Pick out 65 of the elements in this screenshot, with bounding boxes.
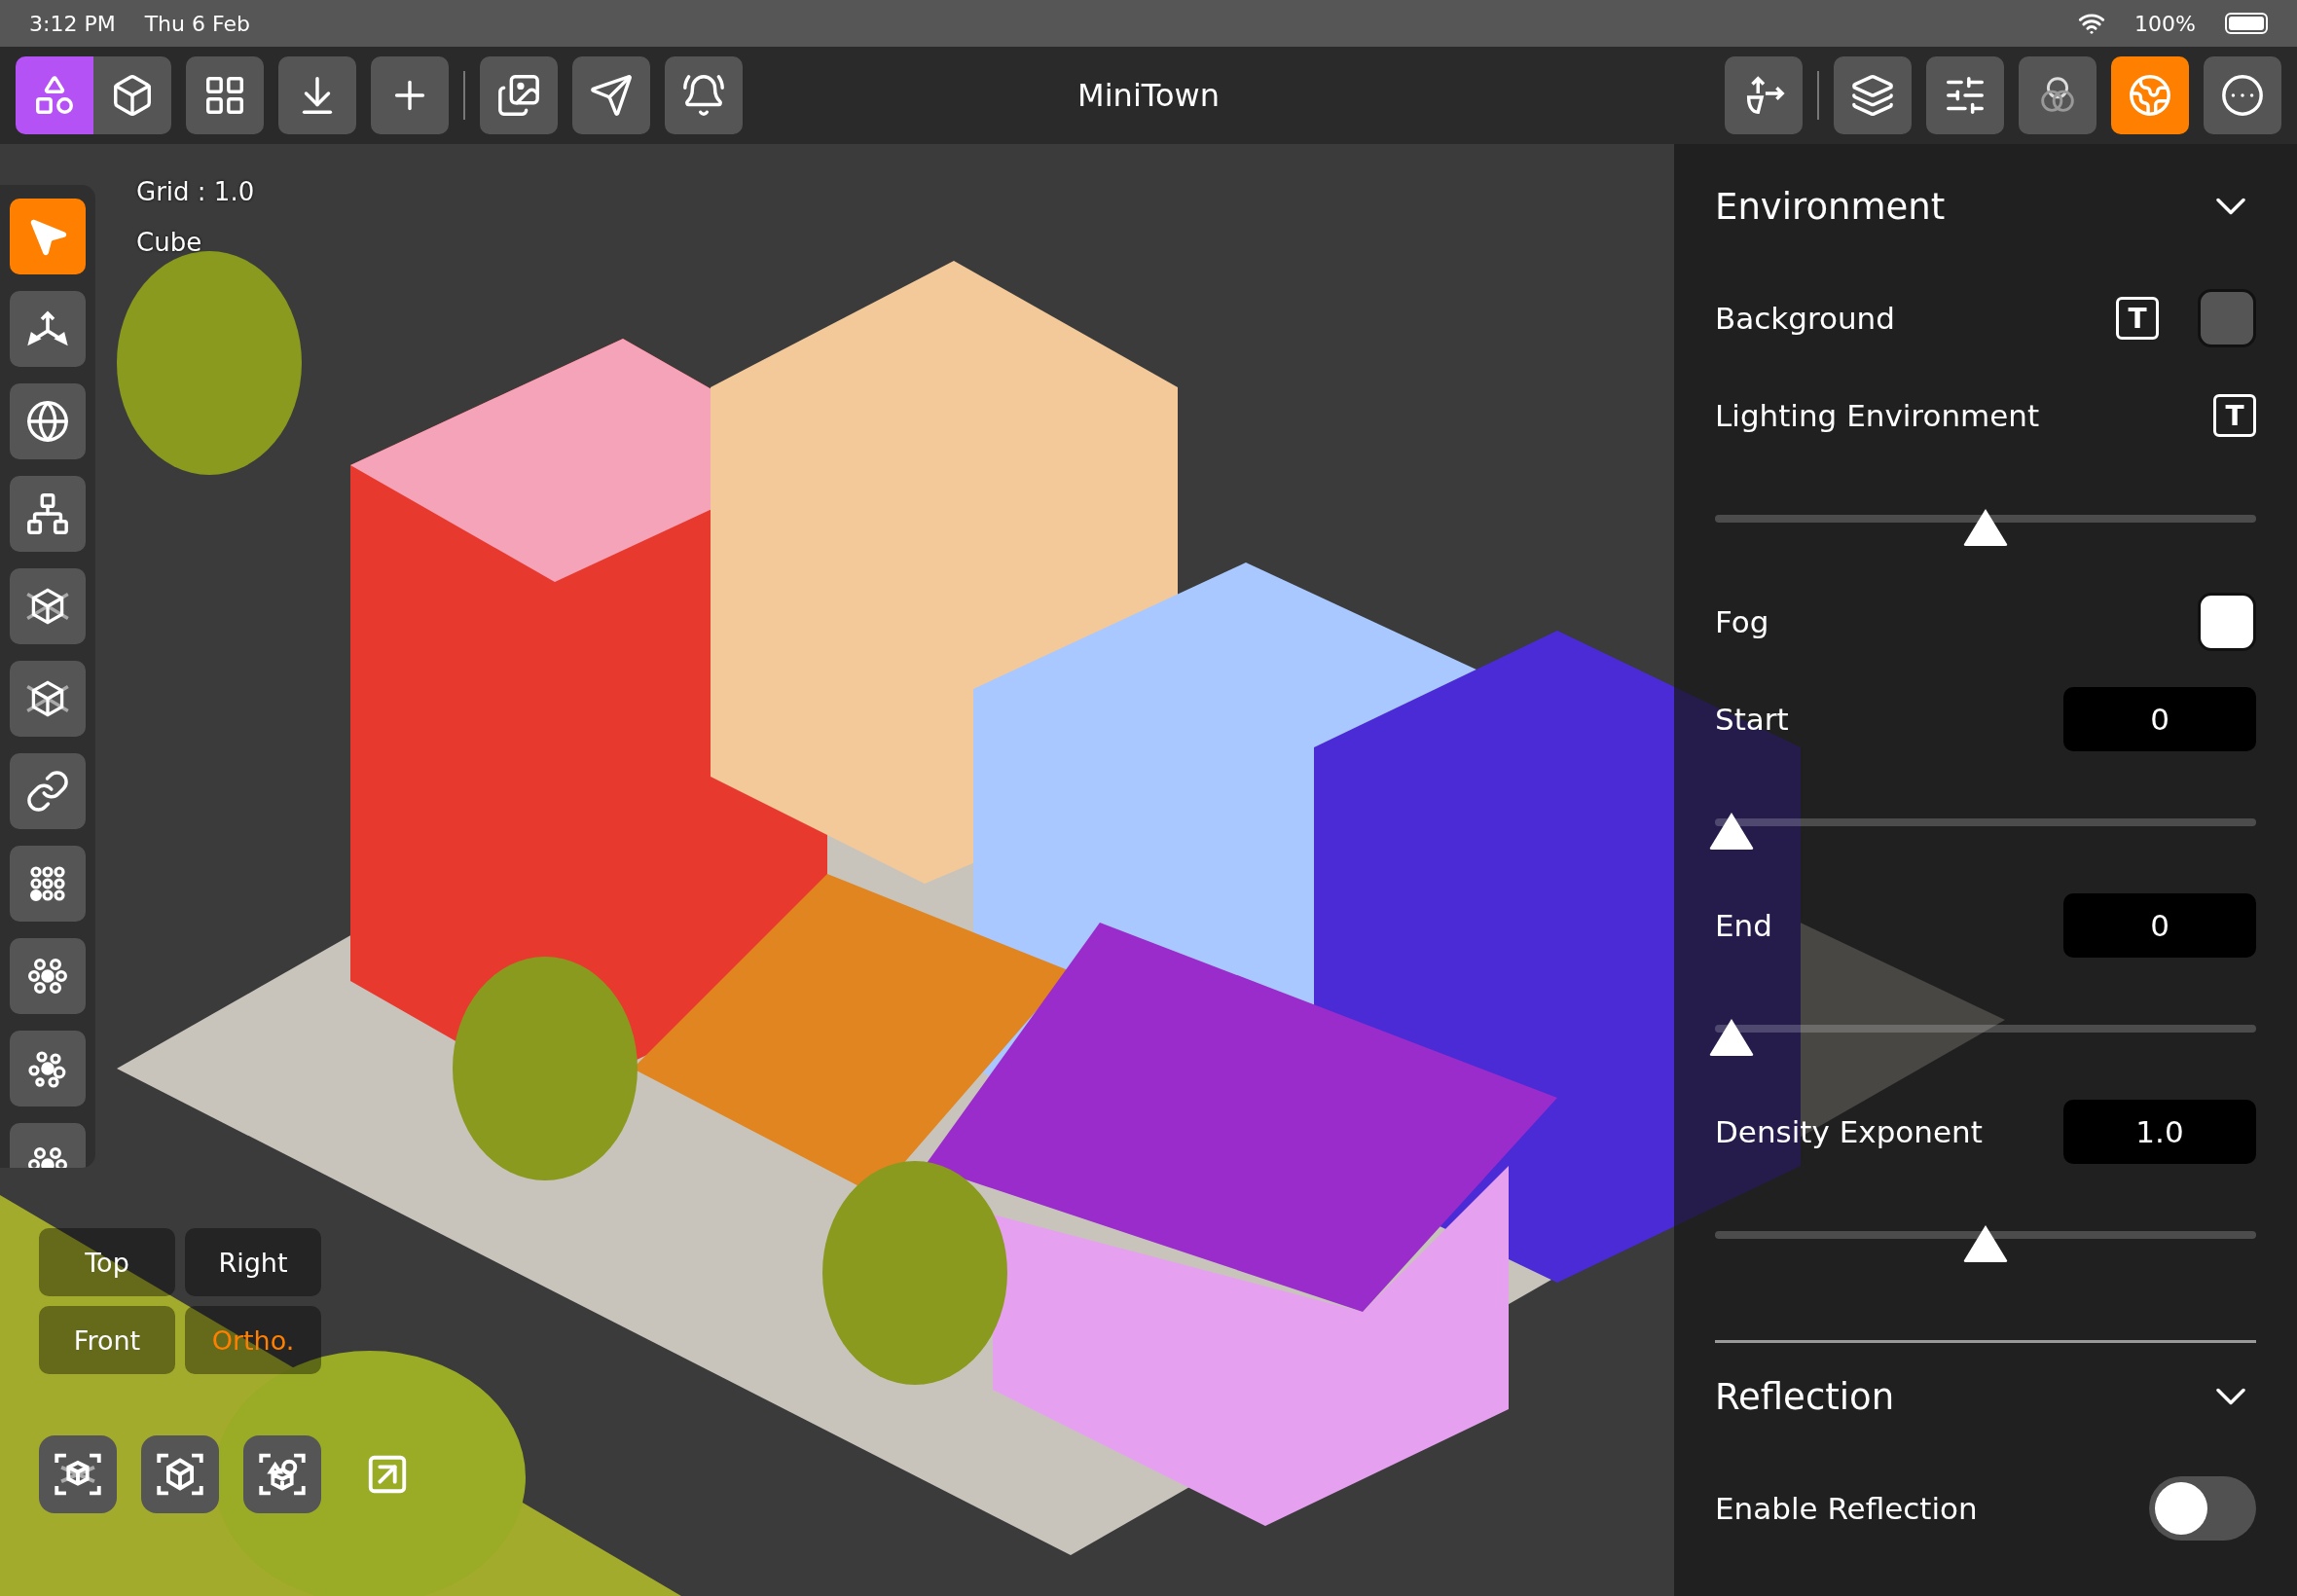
tool-button[interactable]	[10, 291, 86, 367]
more-icon	[2220, 73, 2265, 118]
setting-label: Fog	[1715, 604, 1770, 639]
toolbar-button[interactable]	[186, 56, 264, 134]
setting-label: Lighting Environment	[1715, 398, 2041, 433]
setting-label: End	[1715, 908, 1773, 943]
tool-button[interactable]	[10, 661, 86, 737]
texture-button[interactable]: T	[2116, 297, 2159, 340]
section-title: Reflection	[1715, 1375, 1895, 1418]
camera-view-button[interactable]: Right	[185, 1228, 321, 1296]
section-title: Environment	[1715, 185, 1946, 228]
toolbar-button[interactable]	[93, 56, 171, 134]
setting-label: Background	[1715, 301, 1896, 336]
tool-button[interactable]	[10, 1031, 86, 1106]
toolbar-button[interactable]	[665, 56, 743, 134]
toolbar-button[interactable]	[1834, 56, 1912, 134]
tool-button[interactable]	[10, 568, 86, 644]
number-field[interactable]: 1.0	[2063, 1100, 2256, 1164]
toolbar-button[interactable]	[1725, 56, 1803, 134]
app-title: MiniTown	[1077, 77, 1220, 114]
status-time: 3:12 PM	[29, 11, 116, 36]
toolbar-button[interactable]	[16, 56, 93, 134]
send-icon	[589, 73, 634, 118]
tool-button[interactable]	[10, 846, 86, 922]
link-icon	[25, 769, 70, 814]
focus-button[interactable]	[141, 1435, 219, 1513]
object-label: Cube	[136, 228, 202, 257]
toolbar-button[interactable]	[1926, 56, 2004, 134]
tool-button[interactable]	[10, 938, 86, 1014]
tool-button[interactable]	[10, 753, 86, 829]
toolbar-button[interactable]	[278, 56, 356, 134]
toolbar-button[interactable]	[371, 56, 449, 134]
slider-thumb[interactable]	[1707, 811, 1755, 852]
camera-view-button[interactable]: Front	[39, 1306, 175, 1374]
number-field[interactable]: 0	[2063, 687, 2256, 751]
toolbar-button[interactable]	[480, 56, 558, 134]
camera-view-button[interactable]: Top	[39, 1228, 175, 1296]
focus-button[interactable]	[243, 1435, 321, 1513]
toolbar-button[interactable]	[2019, 56, 2096, 134]
color-swatch[interactable]	[2198, 289, 2256, 347]
globe-icon	[2128, 73, 2172, 118]
globe-icon	[25, 399, 70, 444]
battery-percent: 100%	[2134, 11, 2196, 36]
slider-thumb[interactable]	[1962, 1223, 2009, 1264]
focus-button[interactable]	[39, 1435, 117, 1513]
layers-icon	[1850, 73, 1895, 118]
slider-thumb[interactable]	[1707, 1017, 1755, 1058]
status-date: Thu 6 Feb	[144, 11, 250, 36]
tool-button[interactable]	[10, 476, 86, 552]
setting-label: Enable Reflection	[1715, 1491, 1979, 1526]
number-field[interactable]: 0	[2063, 893, 2256, 958]
tool-button[interactable]	[10, 383, 86, 459]
bell-icon	[681, 73, 726, 118]
texture-button[interactable]: T	[2213, 394, 2256, 437]
nodes-icon	[25, 491, 70, 536]
image-stack-icon	[496, 73, 541, 118]
slider-thumb[interactable]	[1962, 507, 2009, 548]
color-swatch[interactable]	[2198, 593, 2256, 651]
toolbar-button[interactable]	[2204, 56, 2281, 134]
toolbar-button[interactable]	[572, 56, 650, 134]
setting-label: Start	[1715, 702, 1790, 737]
grid-label: Grid : 1.0	[136, 177, 255, 206]
battery-icon	[2225, 13, 2268, 34]
setting-label: Density Exponent	[1715, 1114, 1984, 1149]
camera-view-button[interactable]: Ortho.	[185, 1306, 321, 1374]
